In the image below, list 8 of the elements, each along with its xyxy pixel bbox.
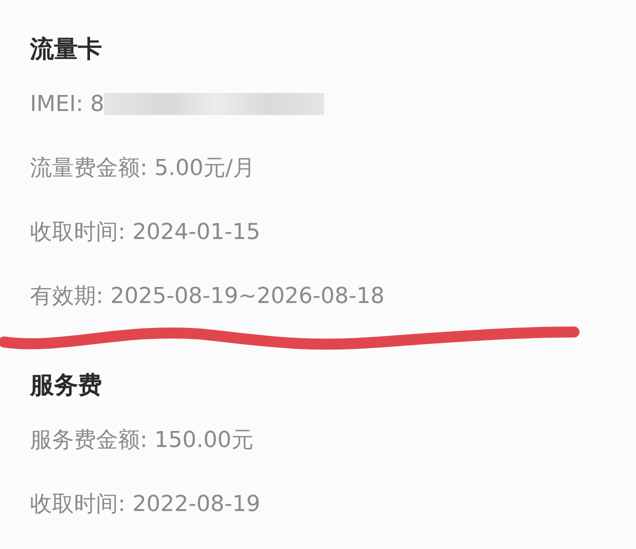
info-text: IMEI: 8 [30, 92, 104, 116]
info-text: 收取时间: 2024-01-15 [30, 219, 260, 247]
section-title: 流量卡 [28, 34, 103, 65]
section-title: 服务费 [28, 370, 103, 401]
info-text: 收取时间: 2022-08-19 [30, 491, 260, 519]
info-text: 服务费金额: 150.00元 [30, 427, 254, 455]
info-text: 有效期: 2025-08-19~2026-08-18 [30, 283, 385, 311]
info-text: 流量费金额: 5.00元/月 [30, 155, 255, 183]
